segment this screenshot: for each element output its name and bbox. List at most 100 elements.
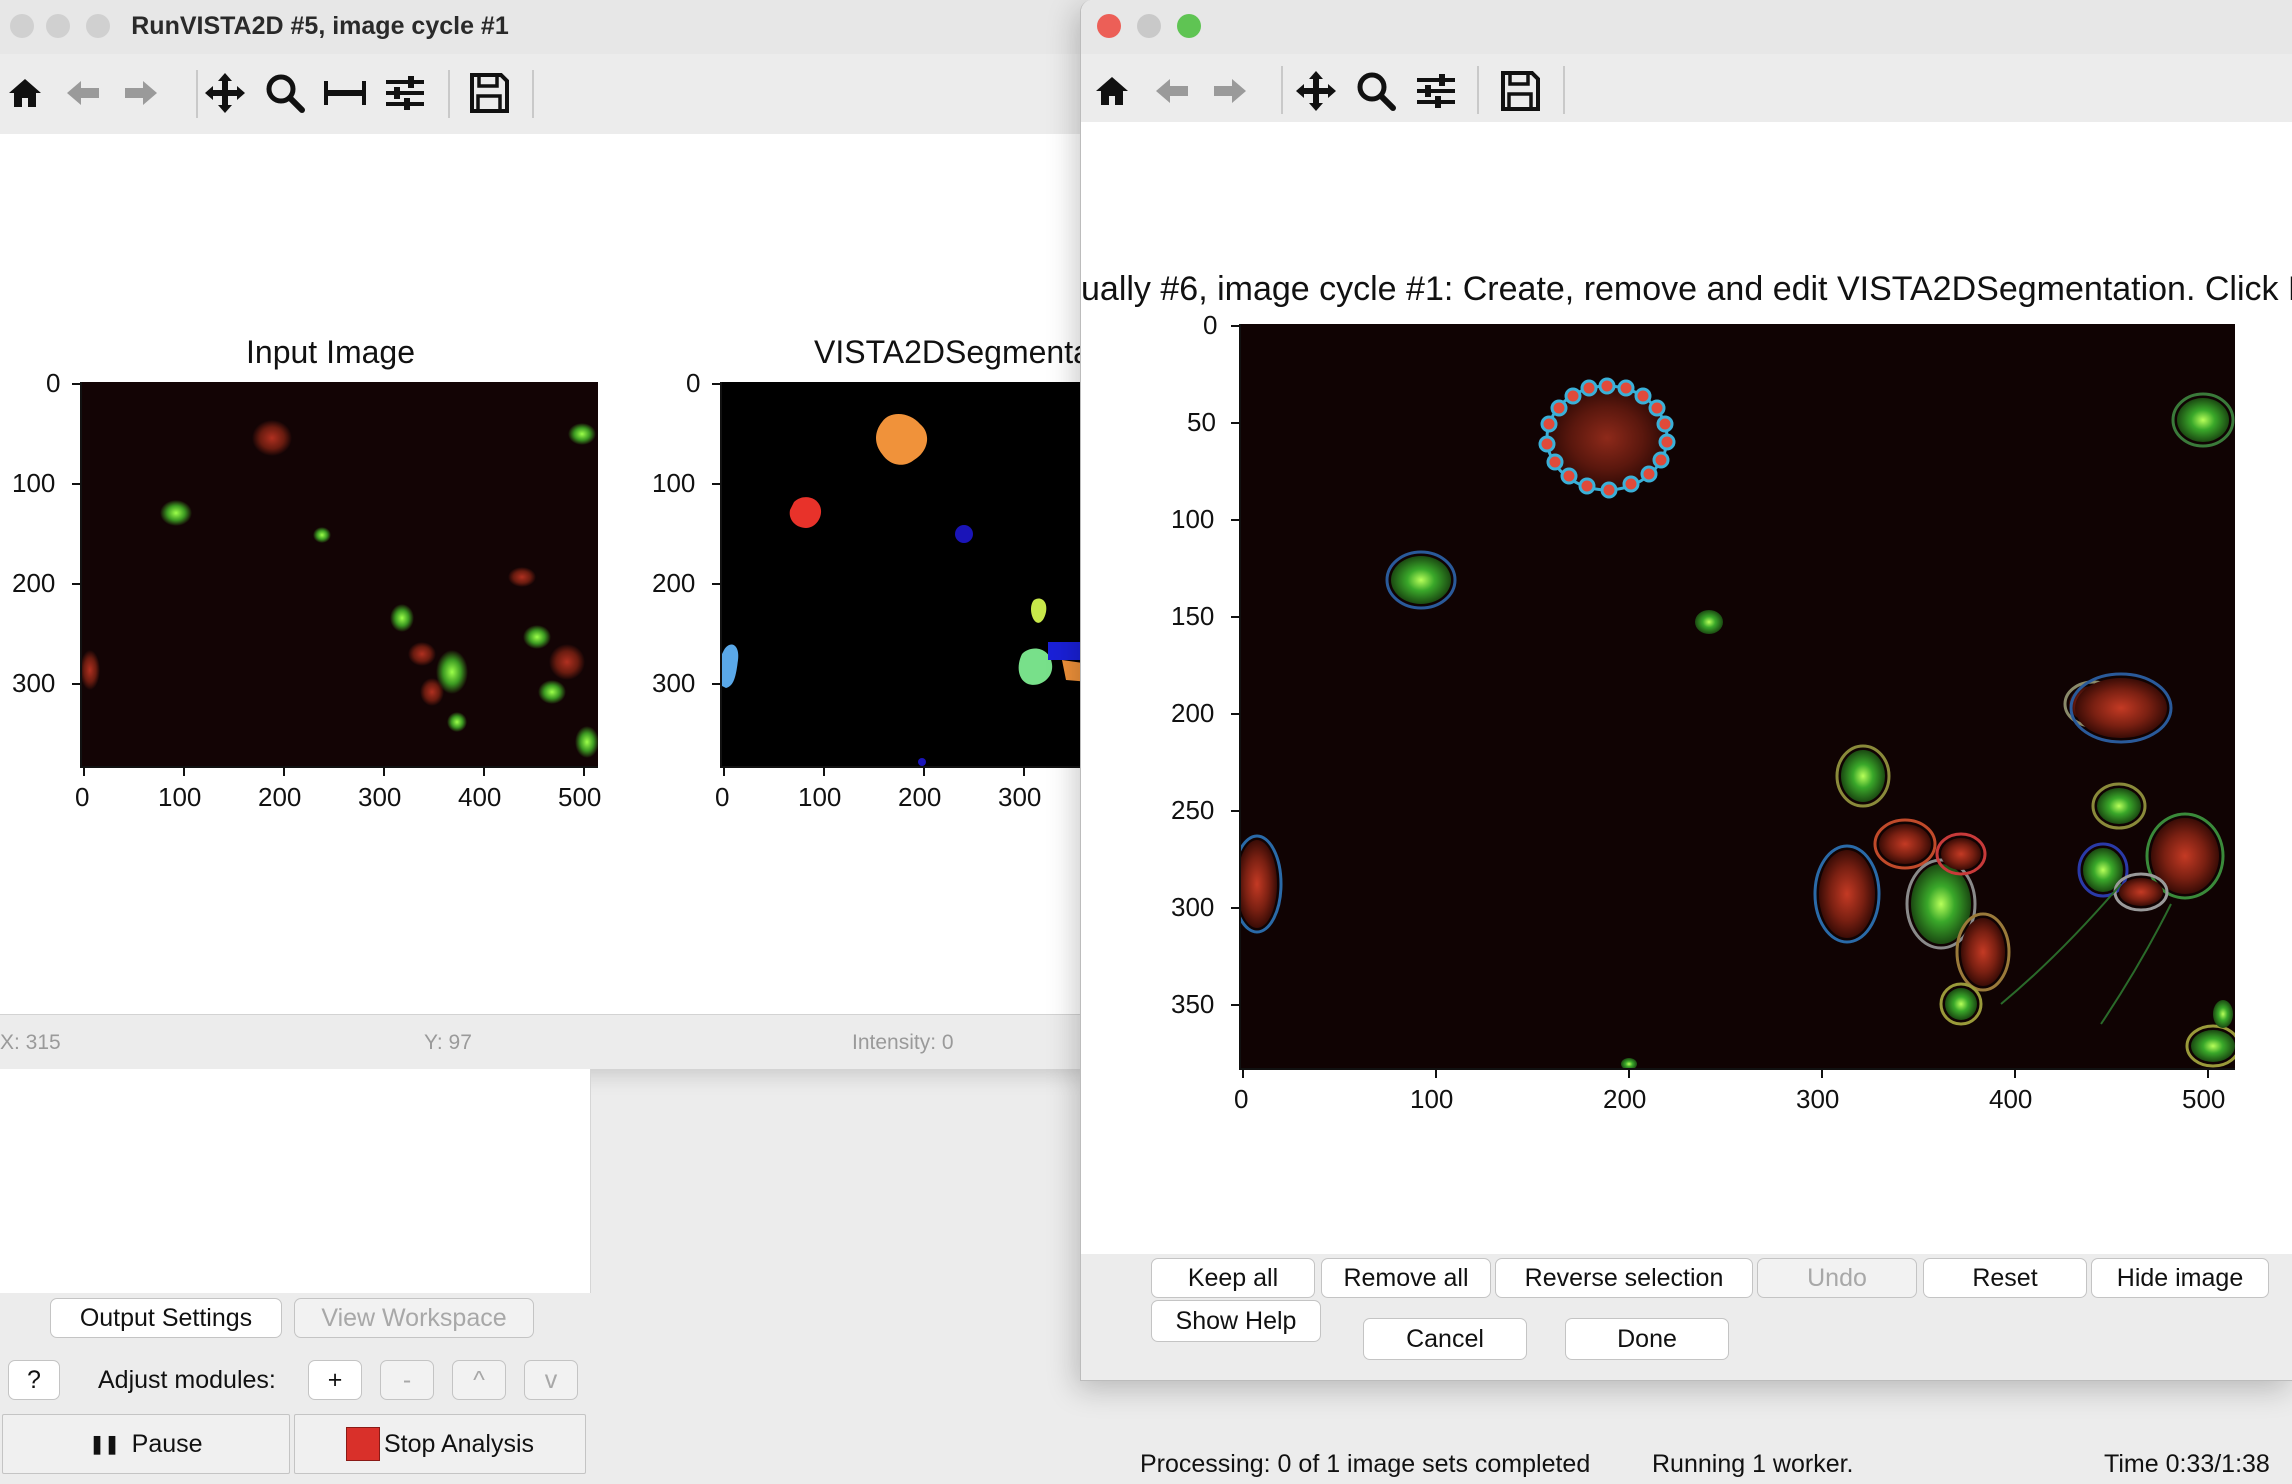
save-icon[interactable] <box>1495 64 1545 118</box>
y-tick-label: 200 <box>12 568 56 598</box>
editable-segmentation-image[interactable] <box>1241 324 2235 1068</box>
y-axis-line <box>80 382 82 768</box>
cancel-button[interactable]: Cancel <box>1363 1318 1527 1360</box>
zoom-window-icon[interactable] <box>1177 14 1201 38</box>
processing-status: Processing: 0 of 1 image sets completed <box>1140 1450 1591 1478</box>
y-tick-label: 100 <box>1171 504 1215 534</box>
output-settings-button[interactable]: Output Settings <box>50 1298 282 1338</box>
left-figure-window: RunVISTA2D #5, image cycle #1 Input Imag… <box>0 0 1091 1069</box>
y-tick <box>1231 519 1239 521</box>
remove-all-button[interactable]: Remove all <box>1321 1258 1491 1298</box>
help-button[interactable]: ? <box>8 1360 60 1400</box>
x-tick <box>483 768 485 776</box>
worker-status: Running 1 worker. <box>1652 1450 1854 1478</box>
home-icon[interactable] <box>0 66 50 120</box>
forward-arrow-icon[interactable] <box>116 66 166 120</box>
segmentation-image[interactable] <box>722 382 1090 766</box>
move-module-up-button[interactable]: ^ <box>452 1360 506 1400</box>
reverse-selection-button[interactable]: Reverse selection <box>1495 1258 1753 1298</box>
toolbar-separator <box>532 70 534 118</box>
y-tick-label: 0 <box>46 368 61 398</box>
x-tick-label: 300 <box>1796 1084 1840 1114</box>
zoom-icon[interactable] <box>1351 64 1401 118</box>
x-tick-label: 0 <box>75 782 90 812</box>
y-tick-label: 200 <box>652 568 696 598</box>
add-module-button[interactable]: + <box>308 1360 362 1400</box>
x-tick <box>823 768 825 776</box>
y-axis-line <box>720 382 722 768</box>
pan-icon[interactable] <box>1291 64 1341 118</box>
x-tick-label: 100 <box>1410 1084 1454 1114</box>
move-module-down-button[interactable]: v <box>524 1360 578 1400</box>
x-tick <box>1435 1070 1437 1078</box>
x-tick <box>1023 768 1025 776</box>
left-toolbar <box>0 54 1090 134</box>
y-tick <box>1231 907 1239 909</box>
hide-image-button[interactable]: Hide image <box>2091 1258 2269 1298</box>
y-tick <box>72 383 80 385</box>
minimize-icon[interactable] <box>1137 14 1161 38</box>
intensity-readout: Intensity: 0 <box>852 1031 954 1054</box>
toolbar-separator <box>196 70 198 118</box>
input-image[interactable] <box>82 382 598 766</box>
toolbar-separator <box>1563 66 1565 114</box>
x-tick-label: 400 <box>458 782 502 812</box>
x-tick-label: 300 <box>358 782 402 812</box>
edit-plot-title: ually #6, image cycle #1: Create, remove… <box>1081 270 2292 308</box>
close-icon[interactable] <box>1097 14 1121 38</box>
x-tick <box>583 768 585 776</box>
x-tick <box>723 768 725 776</box>
remove-module-button[interactable]: - <box>380 1360 434 1400</box>
x-tick-label: 500 <box>2182 1084 2226 1114</box>
forward-arrow-icon[interactable] <box>1205 64 1255 118</box>
keep-all-button[interactable]: Keep all <box>1151 1258 1315 1298</box>
zoom-icon[interactable] <box>260 66 310 120</box>
x-axis-line <box>720 766 1090 768</box>
elapsed-time: Time 0:33/1:38 <box>2104 1450 2270 1478</box>
stop-analysis-button[interactable]: Stop Analysis <box>294 1414 586 1474</box>
x-tick <box>283 768 285 776</box>
toolbar-separator <box>1477 66 1479 114</box>
pause-button[interactable]: ❚❚ Pause <box>2 1414 290 1474</box>
show-help-button[interactable]: Show Help <box>1151 1300 1321 1342</box>
right-titlebar[interactable] <box>1081 0 2292 55</box>
x-tick <box>923 768 925 776</box>
view-workspace-button[interactable]: View Workspace <box>294 1298 534 1338</box>
y-tick <box>72 683 80 685</box>
y-tick <box>1231 616 1239 618</box>
left-status-bar: X: 315 Y: 97 Intensity: 0 <box>0 1014 1090 1069</box>
back-arrow-icon[interactable] <box>1147 64 1197 118</box>
configure-icon[interactable] <box>380 66 430 120</box>
y-tick-label: 0 <box>686 368 701 398</box>
y-tick <box>1231 325 1239 327</box>
x-tick <box>1628 1070 1630 1078</box>
reset-button[interactable]: Reset <box>1923 1258 2087 1298</box>
x-tick-label: 200 <box>1603 1084 1647 1114</box>
pan-icon[interactable] <box>200 66 250 120</box>
y-tick-label: 150 <box>1171 601 1215 631</box>
home-icon[interactable] <box>1087 64 1137 118</box>
x-tick <box>2207 1070 2209 1078</box>
x-tick-label: 0 <box>715 782 730 812</box>
adjust-modules-label: Adjust modules: <box>98 1366 276 1394</box>
x-tick-label: 200 <box>898 782 942 812</box>
x-tick <box>183 768 185 776</box>
y-tick <box>712 683 720 685</box>
configure-icon[interactable] <box>1411 64 1461 118</box>
back-arrow-icon[interactable] <box>58 66 108 120</box>
left-titlebar[interactable]: RunVISTA2D #5, image cycle #1 <box>0 0 1090 55</box>
x-tick-label: 500 <box>558 782 602 812</box>
x-axis-line <box>80 766 598 768</box>
subplot-icon[interactable] <box>320 66 370 120</box>
undo-button[interactable]: Undo <box>1757 1258 1917 1298</box>
done-button[interactable]: Done <box>1565 1318 1729 1360</box>
y-tick-label: 200 <box>1171 698 1215 728</box>
y-tick-label: 0 <box>1203 310 1218 340</box>
x-tick <box>83 768 85 776</box>
plot-title-segmentation: VISTA2DSegmenta <box>814 334 1091 370</box>
toolbar-separator <box>448 70 450 118</box>
main-panel-blank <box>0 1069 591 1293</box>
save-icon[interactable] <box>464 66 514 120</box>
y-tick <box>712 483 720 485</box>
cursor-x-readout: X: 315 <box>0 1031 61 1054</box>
